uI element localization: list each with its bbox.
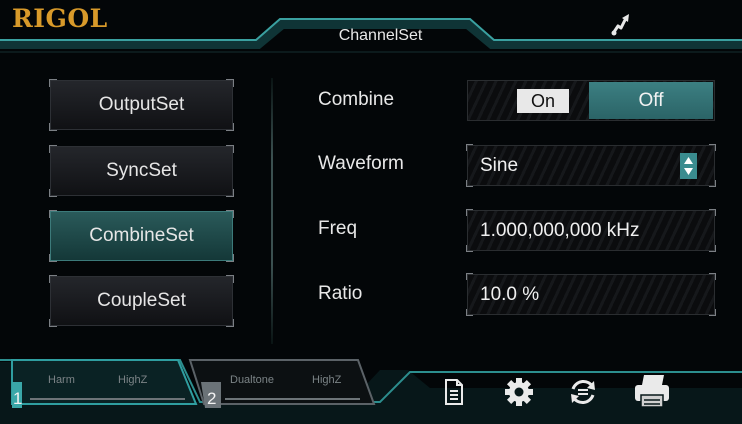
menu-item-label: OutputSet xyxy=(98,94,185,115)
channel-2-mode: Dualtone xyxy=(230,374,275,386)
combine-on-option[interactable]: On xyxy=(517,89,569,113)
ratio-value: 10.0 % xyxy=(480,283,540,305)
waveform-value: Sine xyxy=(480,154,519,176)
gear-icon[interactable] xyxy=(504,377,534,407)
menu-item-outputset[interactable]: OutputSet xyxy=(49,79,234,131)
panel-divider xyxy=(271,78,273,344)
sync-icon[interactable] xyxy=(567,376,599,408)
ratio-input[interactable]: 10.0 % xyxy=(466,273,716,316)
channel-2-number: 2 xyxy=(207,389,217,408)
printer-icon[interactable] xyxy=(632,373,672,409)
channel-bar-frame xyxy=(0,359,742,424)
menu-item-label: CombineSet xyxy=(89,225,194,246)
freq-input[interactable]: 1.000,000,000 kHz xyxy=(466,209,716,252)
channel-1-number: 1 xyxy=(13,389,23,408)
menu-item-label: SyncSet xyxy=(106,160,177,181)
page-title: ChannelSet xyxy=(338,27,423,44)
freq-value: 1.000,000,000 kHz xyxy=(480,219,640,241)
menu-item-syncset[interactable]: SyncSet xyxy=(49,145,234,197)
combine-label: Combine xyxy=(318,89,395,110)
waveform-select[interactable]: Sine xyxy=(466,144,716,187)
menu-item-label: CoupleSet xyxy=(97,290,186,311)
brand-logo: RIGOL xyxy=(12,4,108,33)
usb-icon xyxy=(611,14,629,36)
combine-off-option[interactable]: Off xyxy=(589,82,713,119)
document-icon[interactable] xyxy=(443,378,465,406)
channel-1-load: HighZ xyxy=(118,374,148,386)
combine-toggle[interactable]: On Off xyxy=(467,80,715,121)
freq-label: Freq xyxy=(318,218,358,239)
channel-1-mode: Harm xyxy=(48,374,75,386)
up-down-arrows-icon[interactable] xyxy=(680,153,697,179)
channel-2-load: HighZ xyxy=(312,374,342,386)
ratio-label: Ratio xyxy=(318,283,363,304)
menu-item-coupleset[interactable]: CoupleSet xyxy=(49,275,234,327)
channel-set-screen: RIGOL ChannelSet OutputSet SyncSet Combi… xyxy=(0,0,742,424)
waveform-label: Waveform xyxy=(318,153,404,174)
menu-item-combineset[interactable]: CombineSet xyxy=(49,210,234,262)
